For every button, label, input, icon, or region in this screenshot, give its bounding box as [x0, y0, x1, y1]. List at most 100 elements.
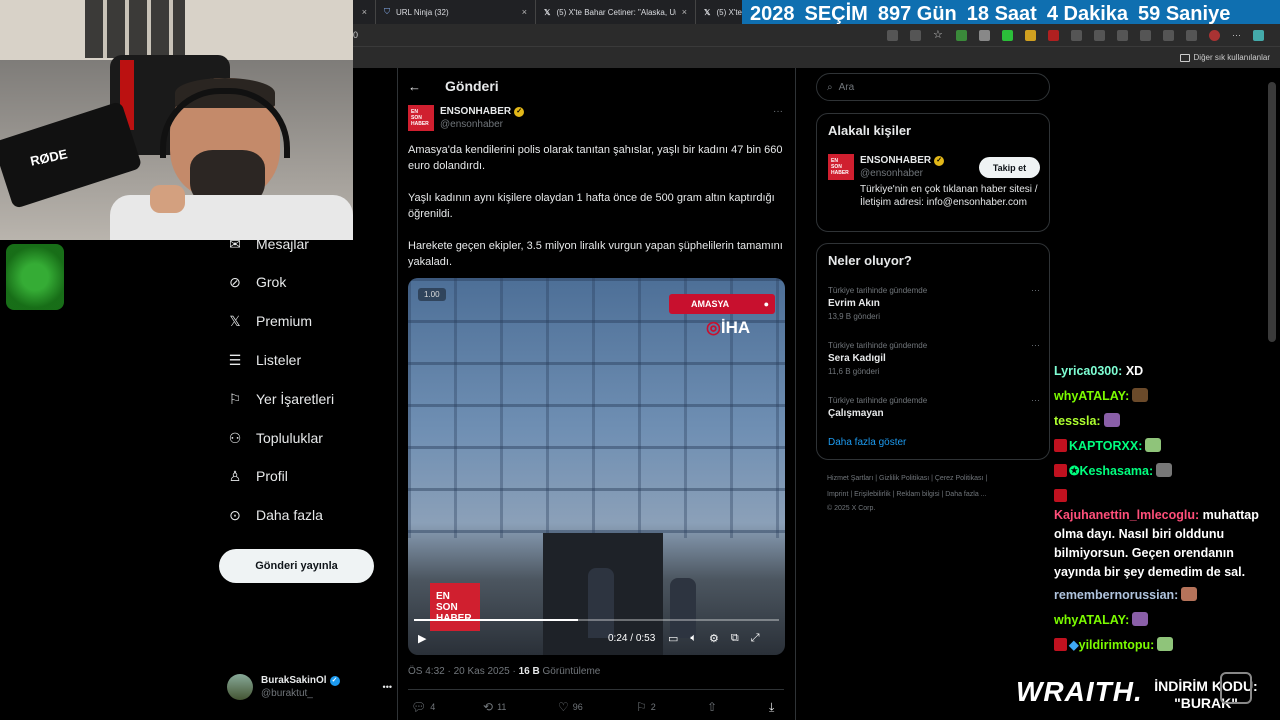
video-progress-track[interactable]: [414, 619, 779, 621]
nav-bookmarks[interactable]: ⚐ Yer İşaretleri: [227, 391, 334, 408]
favorites-icon[interactable]: [1117, 29, 1128, 41]
chat-username: tesssla:: [1054, 414, 1101, 428]
collections-icon[interactable]: [1140, 29, 1151, 41]
tab-close-icon[interactable]: ×: [682, 7, 687, 17]
trends-card: Neler oluyor? Türkiye tarihinde gündemde…: [816, 243, 1050, 460]
trend-item[interactable]: Türkiye tarihinde gündemde Sera Kadıgil …: [828, 339, 1040, 378]
play-icon[interactable]: ▶: [418, 632, 426, 645]
author-handle: @ensonhaber: [440, 119, 503, 130]
other-bookmarks-folder[interactable]: Diğer sık kullanılanlar: [1179, 53, 1270, 62]
streamer-hand: [150, 185, 185, 213]
downloads-icon[interactable]: [1186, 29, 1197, 41]
repost-button[interactable]: ⟲ 11: [483, 700, 506, 714]
ensonhaber-logo: EN SON HABER: [828, 154, 854, 180]
bookmarks-bar: Diğer sık kullanılanlar: [353, 46, 1280, 68]
extension-icon[interactable]: [979, 29, 990, 41]
folder-icon: [1179, 53, 1190, 62]
chat-message: ✪Keshasama:: [1054, 462, 1173, 481]
trend-item[interactable]: Türkiye tarihinde gündemde Çalışmayan ··…: [828, 394, 1040, 420]
nav-label: Profil: [256, 468, 288, 484]
chat-message: Lyrica0300: XD: [1054, 362, 1274, 381]
person-handle: @ensonhaber: [860, 168, 923, 179]
extension-icon[interactable]: [1002, 29, 1013, 41]
emote-icon: [1103, 413, 1120, 427]
microphone: [0, 100, 143, 210]
trend-context: Türkiye tarihinde gündemde: [828, 286, 928, 295]
trend-more-icon[interactable]: ···: [1031, 284, 1040, 297]
countdown-year: 2028: [750, 3, 795, 25]
show-more-link[interactable]: Daha fazla göster: [828, 437, 906, 448]
read-aloud-icon[interactable]: [910, 29, 921, 41]
browser-tab[interactable]: ⛉ URL Ninja (32) ×: [375, 0, 535, 24]
search-input[interactable]: ⌕ Ara: [816, 73, 1050, 101]
tab-title: (5) X'te: [716, 7, 742, 17]
countdown-seconds-label: Saniye: [1165, 3, 1231, 25]
nav-profile[interactable]: ♙ Profil: [227, 468, 288, 485]
views-count: 16 B: [518, 666, 540, 677]
star-icon[interactable]: ☆: [933, 29, 944, 41]
share-button[interactable]: ⇧: [707, 700, 717, 714]
post-button[interactable]: Gönderi yayınla: [219, 549, 374, 583]
emote-icon: [1157, 637, 1174, 651]
menu-dots-icon[interactable]: ···: [1232, 30, 1241, 40]
bookmark-button[interactable]: ⚐ 2: [636, 700, 656, 714]
browser-tab[interactable]: 𝕏 (5) X'te Bahar Cetiner: "Alaska, Ur ×: [535, 0, 695, 24]
post-author[interactable]: EN SON HABER ENSONHABER ✓ @ensonhaber: [408, 105, 525, 131]
like-button[interactable]: ♡ 96: [558, 700, 583, 714]
post-more-icon[interactable]: ···: [773, 106, 783, 117]
settings-gear-icon[interactable]: ⚙: [709, 632, 719, 645]
trend-item[interactable]: Türkiye tarihinde gündemde Evrim Akın 13…: [828, 284, 1040, 323]
browser-essentials-icon[interactable]: [1163, 29, 1174, 41]
nav-label: Grok: [256, 274, 287, 290]
footer-copyright: © 2025 X Corp.: [827, 505, 876, 512]
fullscreen-icon[interactable]: ⤢: [751, 632, 760, 645]
account-more-icon[interactable]: •••: [383, 682, 392, 692]
author-name: ENSONHABER: [440, 106, 512, 117]
back-arrow-icon[interactable]: ←: [408, 79, 421, 94]
nav-premium[interactable]: 𝕏 Premium: [227, 313, 312, 330]
extension-icon[interactable]: [956, 29, 967, 41]
extension-icon[interactable]: [1048, 29, 1059, 41]
account-handle: @buraktut_: [261, 688, 313, 699]
extension-icon[interactable]: [1025, 29, 1036, 41]
picture-in-picture-icon[interactable]: ⧉: [731, 632, 739, 645]
profile-avatar-icon[interactable]: [1209, 29, 1220, 41]
volume-icon[interactable]: 🔈︎: [690, 632, 697, 645]
captions-icon[interactable]: ▭: [668, 632, 678, 645]
browser-tab[interactable]: ×: [353, 0, 375, 24]
tab-close-icon[interactable]: ×: [362, 7, 367, 17]
copilot-icon[interactable]: [1253, 29, 1264, 41]
footer-links[interactable]: Hizmet Şartları | Gizlilik Politikası | …: [827, 475, 987, 482]
trend-more-icon[interactable]: ···: [1031, 339, 1040, 352]
tab-close-icon[interactable]: ×: [522, 7, 527, 17]
countdown-minutes-label: Dakika: [1063, 3, 1129, 25]
wall-photos: [85, 0, 185, 58]
video-player[interactable]: 1.00 AMASYA ● ◎İHA EN SON HABER ▶ 0:24 / 0…: [408, 278, 785, 655]
nav-lists[interactable]: ☰ Listeler: [227, 352, 301, 369]
reply-button[interactable]: 💬︎ 4: [411, 700, 435, 714]
account-switcher[interactable]: BurakSakinOl ✓ @buraktut_ •••: [227, 672, 392, 702]
page-scrollbar[interactable]: [1268, 82, 1276, 342]
chat-message: whyATALAY:: [1054, 387, 1149, 406]
grid-icon[interactable]: [887, 29, 898, 41]
download-button[interactable]: ⤓: [769, 700, 774, 715]
footer-links[interactable]: Imprint | Erişilebilirlik | Reklam bilgi…: [827, 491, 987, 498]
split-screen-icon[interactable]: [1094, 29, 1105, 41]
trend-more-icon[interactable]: ···: [1031, 394, 1040, 407]
download-icon: ⤓: [769, 700, 775, 714]
nav-grok[interactable]: ⊘ Grok: [227, 274, 287, 291]
nav-communities[interactable]: ⚇ Topluluklar: [227, 430, 323, 447]
post-header: ← Gönderi: [408, 78, 499, 94]
nav-more[interactable]: ⊙ Daha fazla: [227, 507, 323, 524]
refresh-icon[interactable]: [1071, 29, 1082, 41]
location-tag: AMASYA ●: [669, 294, 775, 314]
avatar: [227, 674, 253, 700]
follow-button[interactable]: Takip et: [979, 157, 1040, 178]
person-info[interactable]: ENSONHABER ✓ @ensonhaber: [860, 154, 945, 180]
repost-icon: ⟲: [483, 700, 494, 714]
trend-count: 11,6 B gönderi: [828, 367, 880, 376]
address-bar[interactable]: 0 ☆ ···: [353, 24, 1280, 46]
nav-messages[interactable]: ✉ Mesajlar: [227, 236, 309, 253]
police-officer-figure: [670, 578, 696, 638]
tab-title: URL Ninja (32): [396, 7, 449, 17]
